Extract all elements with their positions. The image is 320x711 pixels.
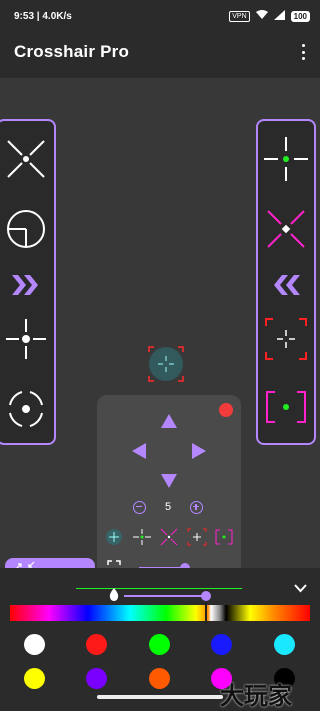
wifi-icon [255,10,268,22]
swatch-cyan[interactable] [274,634,295,655]
swatch-green[interactable] [149,634,170,655]
opacity-track-green[interactable] [76,588,242,589]
decrease-button[interactable] [133,500,146,514]
vpn-icon: VPN [229,10,250,22]
swatch-red[interactable] [86,634,107,655]
double-chevron-right-icon[interactable] [0,257,54,313]
increase-button[interactable] [190,500,203,514]
green-dot-cross-icon[interactable] [258,131,314,187]
hue-bar[interactable] [10,605,310,621]
red-bracket-cross-icon[interactable] [258,311,314,367]
swatch-orange[interactable] [149,668,170,689]
circle-dot-crosshair-icon[interactable] [0,381,54,437]
right-crosshair-panel [256,119,316,445]
app-bar: Crosshair Pro [0,36,320,78]
opacity-slider-knob[interactable] [201,591,211,601]
scope-circle-icon[interactable] [0,201,54,257]
opacity-slider-track[interactable] [124,595,208,597]
swatch-purple[interactable] [86,668,107,689]
style-option-magenta-x[interactable] [158,527,180,547]
style-option-magenta-bracket[interactable] [213,527,235,547]
swatch-yellow[interactable] [24,668,45,689]
chevron-down-icon[interactable] [294,580,307,598]
magenta-x-icon[interactable] [258,201,314,257]
style-option-red-bracket[interactable] [186,527,208,547]
style-option-teal[interactable] [103,527,125,547]
plus-dot-crosshair-icon[interactable] [0,311,54,367]
status-bar: 9:53 | 4.0K/s VPN 100 [0,0,320,36]
crosshair-preview[interactable] [146,344,186,384]
signal-icon [273,10,285,22]
double-chevron-left-icon[interactable] [258,257,314,313]
crosshair-style-row [103,527,235,547]
swatch-white[interactable] [24,634,45,655]
arrow-left-icon[interactable] [132,443,146,459]
size-stepper: 5 [133,499,203,515]
dpad [132,414,206,488]
style-option-green-dot[interactable] [131,527,153,547]
arrow-down-icon[interactable] [161,474,177,488]
left-crosshair-panel [0,119,56,445]
arrow-right-icon[interactable] [192,443,206,459]
status-time: 9:53 | 4.0K/s [14,11,72,22]
size-value: 5 [164,501,172,513]
hue-marker[interactable] [205,602,207,624]
swatch-blue[interactable] [211,634,232,655]
app-title: Crosshair Pro [14,42,130,61]
magenta-bracket-green-dot-icon[interactable] [258,379,314,435]
more-vert-icon[interactable] [300,44,306,60]
status-icons: VPN 100 [229,10,310,22]
watermark-logo: 大玩家 [220,681,292,710]
arrow-up-icon[interactable] [161,414,177,428]
opacity-icon [108,587,120,606]
battery-icon: 100 [290,10,310,22]
home-indicator[interactable] [97,695,223,699]
color-dot-indicator[interactable] [219,403,233,417]
x-crosshair-icon[interactable] [0,131,54,187]
